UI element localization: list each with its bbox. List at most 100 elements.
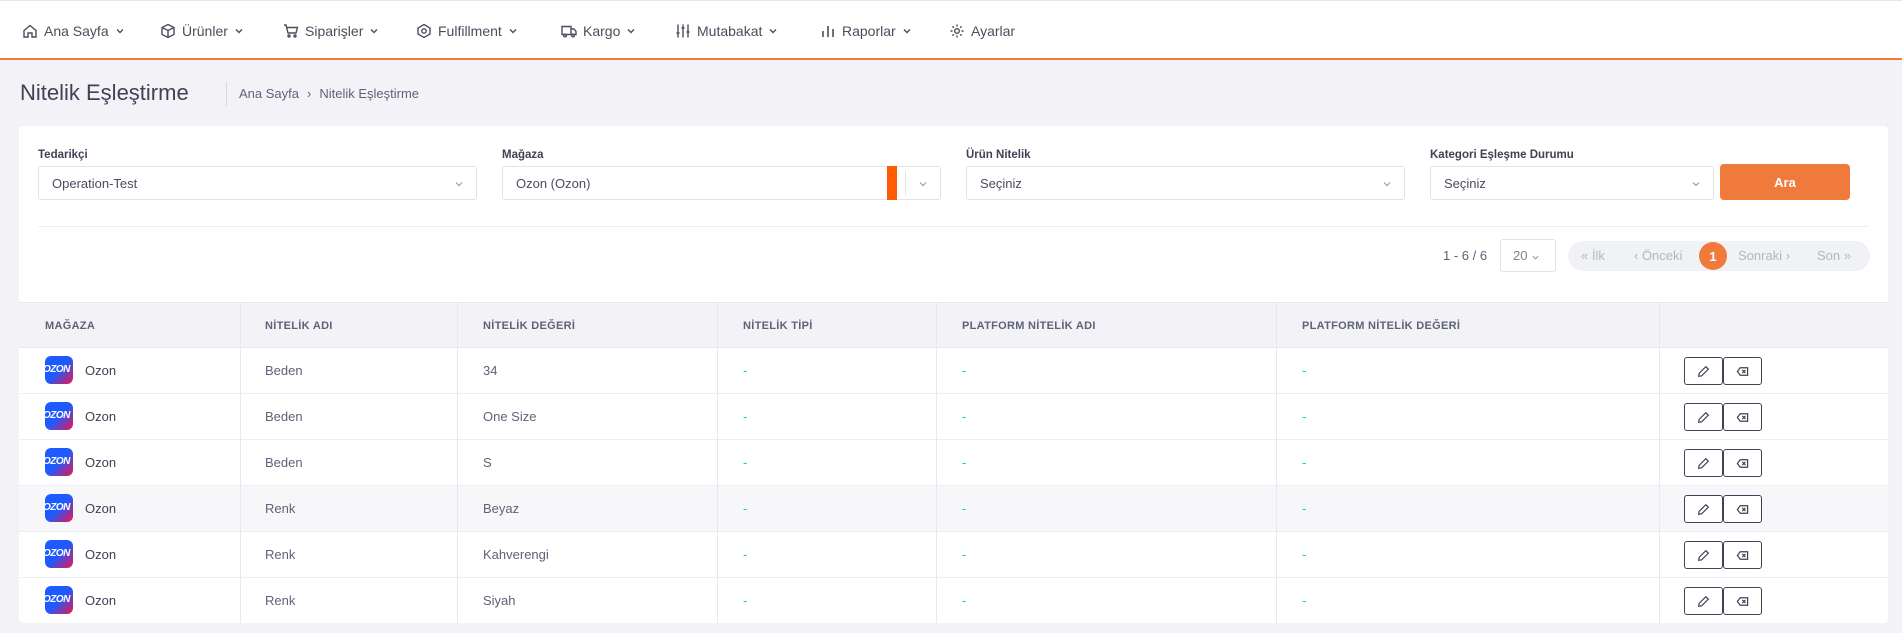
bar-chart-icon xyxy=(822,26,834,37)
breadcrumb: Ana Sayfa › Nitelik Eşleştirme xyxy=(239,86,419,101)
supplier-select[interactable]: Operation-Test xyxy=(38,166,477,200)
cell-attr-value: 34 xyxy=(483,363,498,378)
cell-attr-type: - xyxy=(743,409,748,424)
chevron-down-icon xyxy=(1692,182,1700,187)
nav-kargo[interactable]: Kargo xyxy=(561,20,636,42)
attribute-select[interactable]: Seçiniz xyxy=(966,166,1405,200)
cell-platform-name: - xyxy=(962,409,967,424)
pagination-next[interactable]: Sonraki › xyxy=(1738,248,1790,263)
pagination-last[interactable]: Son » xyxy=(1817,248,1851,263)
cell-attr-name: Renk xyxy=(265,593,296,608)
chevron-down-icon xyxy=(769,29,777,34)
cell-attr-name: Renk xyxy=(265,547,296,562)
ozon-logo: OZON xyxy=(45,402,73,430)
cell-attr-name: Beden xyxy=(265,409,303,424)
category-status-select-value: Seçiniz xyxy=(1444,175,1486,191)
page-size-select[interactable]: 20 xyxy=(1500,239,1556,272)
column-divider xyxy=(240,302,241,623)
table-row: OZON Ozon Beden 34 - - - xyxy=(19,348,1888,394)
header-attr-name[interactable]: NİTELİK ADI xyxy=(265,320,333,332)
table-row: OZON Ozon Renk Beyaz - - - xyxy=(19,486,1888,532)
nav-label: Siparişler xyxy=(305,23,364,39)
edit-button[interactable] xyxy=(1684,495,1723,523)
delete-button[interactable] xyxy=(1723,495,1762,523)
delete-button[interactable] xyxy=(1723,541,1762,569)
cell-store: Ozon xyxy=(85,501,117,516)
content-card: Tedarikçi Operation-Test Mağaza Ozon (Oz… xyxy=(19,126,1888,623)
ozon-logo-text: OZON xyxy=(45,548,70,559)
cell-attr-value: Kahverengi xyxy=(483,547,549,562)
table-row: OZON Ozon Beden S - - - xyxy=(19,440,1888,486)
nav-raporlar[interactable]: Raporlar xyxy=(820,20,912,42)
pencil-icon xyxy=(1697,503,1710,515)
pagination-first[interactable]: « İlk xyxy=(1581,248,1605,263)
cell-attr-name: Beden xyxy=(265,363,303,378)
chevron-down-icon xyxy=(235,29,243,34)
pencil-icon xyxy=(1697,365,1710,377)
header-platform-value[interactable]: PLATFORM NİTELİK DEĞERİ xyxy=(1302,320,1460,332)
backspace-delete-icon xyxy=(1736,550,1749,560)
backspace-delete-icon xyxy=(1736,458,1749,468)
header-attr-value[interactable]: NİTELİK DEĞERİ xyxy=(483,320,575,332)
chevron-down-icon xyxy=(509,29,517,34)
top-navigation: Ana Sayfa Ürünler Siparişler Fulfillment… xyxy=(0,0,1902,60)
cell-platform-name: - xyxy=(962,593,967,608)
nav-label: Raporlar xyxy=(842,23,896,39)
table-row: OZON Ozon Renk Kahverengi - - - xyxy=(19,532,1888,578)
edit-button[interactable] xyxy=(1684,587,1723,615)
pagination-prev[interactable]: ‹ Önceki xyxy=(1634,248,1682,263)
column-divider xyxy=(936,302,937,623)
store-select[interactable]: Ozon (Ozon) xyxy=(502,166,941,200)
select-caret-divider xyxy=(905,171,906,195)
delete-button[interactable] xyxy=(1723,403,1762,431)
chevron-down-icon xyxy=(903,29,911,34)
column-divider xyxy=(717,302,718,623)
truck-icon xyxy=(561,25,577,38)
chevron-down-icon xyxy=(1383,182,1391,187)
pagination-current[interactable]: 1 xyxy=(1699,242,1727,270)
search-button[interactable]: Ara xyxy=(1720,164,1850,200)
cell-store: Ozon xyxy=(85,547,117,562)
delete-button[interactable] xyxy=(1723,449,1762,477)
cell-attr-value: S xyxy=(483,455,492,470)
gear-icon xyxy=(950,24,964,38)
gear-box-icon xyxy=(417,23,431,39)
edit-button[interactable] xyxy=(1684,403,1723,431)
edit-button[interactable] xyxy=(1684,449,1723,477)
header-platform-name[interactable]: PLATFORM NİTELİK ADI xyxy=(962,320,1096,332)
chevron-down-icon xyxy=(370,29,378,34)
cell-attr-type: - xyxy=(743,547,748,562)
header-store[interactable]: MAĞAZA xyxy=(45,320,95,332)
nav-ana-sayfa[interactable]: Ana Sayfa xyxy=(22,20,125,42)
nav-fulfillment[interactable]: Fulfillment xyxy=(416,20,518,42)
ozon-logo: OZON xyxy=(45,494,73,522)
nav-ayarlar[interactable]: Ayarlar xyxy=(949,20,1015,42)
home-icon xyxy=(23,24,37,38)
backspace-delete-icon xyxy=(1736,412,1749,422)
edit-button[interactable] xyxy=(1684,541,1723,569)
breadcrumb-home-link[interactable]: Ana Sayfa xyxy=(239,86,299,101)
table-header: MAĞAZA NİTELİK ADI NİTELİK DEĞERİ NİTELİ… xyxy=(19,302,1888,348)
backspace-delete-icon xyxy=(1736,504,1749,514)
ozon-logo: OZON xyxy=(45,586,73,614)
ozon-logo: OZON xyxy=(45,448,73,476)
filter-divider xyxy=(38,226,1869,227)
nav-urunler[interactable]: Ürünler xyxy=(160,20,244,42)
cell-attr-type: - xyxy=(743,363,748,378)
nav-mutabakat[interactable]: Mutabakat xyxy=(675,20,778,42)
supplier-select-value: Operation-Test xyxy=(52,175,138,191)
delete-button[interactable] xyxy=(1723,587,1762,615)
store-clear-marker[interactable] xyxy=(887,166,897,200)
category-status-select[interactable]: Seçiniz xyxy=(1430,166,1714,200)
page-size-value: 20 xyxy=(1513,248,1528,263)
delete-button[interactable] xyxy=(1723,357,1762,385)
pencil-icon xyxy=(1697,595,1710,607)
cell-attr-type: - xyxy=(743,455,748,470)
nav-siparisler[interactable]: Siparişler xyxy=(283,20,379,42)
pencil-icon xyxy=(1697,411,1710,423)
chevron-down-icon xyxy=(116,29,124,34)
cell-platform-value: - xyxy=(1302,409,1307,424)
header-attr-type[interactable]: NİTELİK TİPİ xyxy=(743,320,813,332)
edit-button[interactable] xyxy=(1684,357,1723,385)
table-row: OZON Ozon Beden One Size - - - xyxy=(19,394,1888,440)
